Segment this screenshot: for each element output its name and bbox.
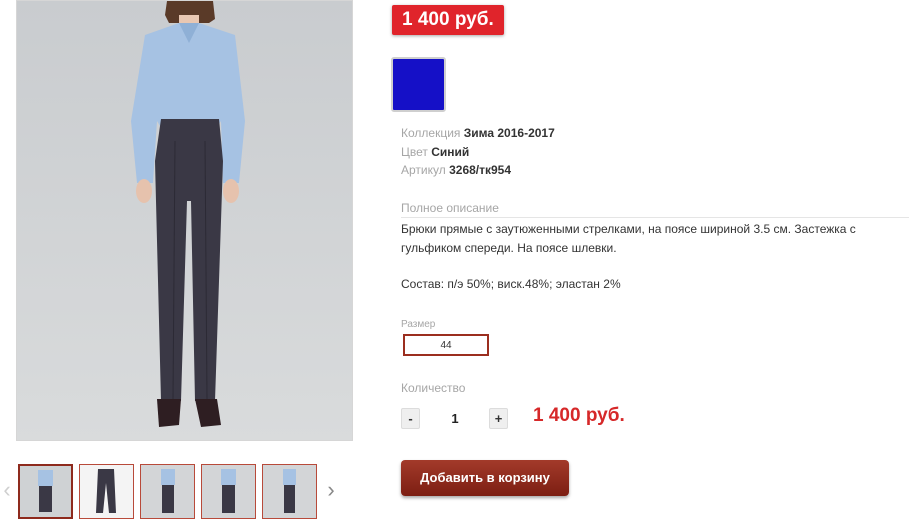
chevron-right-icon[interactable]: › (324, 479, 338, 501)
meta-article-value: 3268/тк954 (449, 163, 512, 177)
quantity-decrease-button[interactable]: - (401, 408, 420, 429)
thumbnail-1[interactable] (18, 464, 73, 519)
quantity-input[interactable]: 1 (440, 409, 470, 429)
description-divider (401, 217, 909, 218)
thumbnail-4[interactable] (201, 464, 256, 519)
thumbnail-5[interactable] (262, 464, 317, 519)
price-badge: 1 400 руб. (392, 5, 504, 35)
meta-article-key: Артикул (401, 163, 446, 177)
description-label: Полное описание (401, 201, 499, 215)
meta-color: Цвет Синий (401, 144, 469, 160)
total-price: 1 400 руб. (533, 405, 625, 426)
meta-collection-value: Зима 2016-2017 (463, 126, 555, 140)
product-main-image[interactable] (16, 0, 353, 441)
quantity-increase-button[interactable]: + (489, 408, 508, 429)
description-text: Брюки прямые с заутюженными стрелками, н… (401, 222, 856, 255)
size-label: Размер (401, 319, 436, 330)
quantity-label: Количество (401, 381, 466, 395)
meta-article: Артикул 3268/тк954 (401, 162, 511, 178)
thumbnail-3[interactable] (140, 464, 195, 519)
add-to-cart-button[interactable]: Добавить в корзину (401, 460, 569, 496)
color-swatch-blue[interactable] (391, 57, 446, 112)
meta-color-key: Цвет (401, 145, 428, 159)
meta-collection-key: Коллекция (401, 126, 461, 140)
size-option-44[interactable]: 44 (403, 334, 489, 356)
meta-collection: Коллекция Зима 2016-2017 (401, 125, 555, 141)
meta-color-value: Синий (431, 145, 470, 159)
chevron-left-icon[interactable]: ‹ (0, 479, 14, 501)
thumbnail-strip: ‹ › (0, 460, 345, 522)
composition-text: Состав: п/э 50%; виск.48%; эластан 2% (401, 277, 621, 291)
thumbnail-2[interactable] (79, 464, 134, 519)
